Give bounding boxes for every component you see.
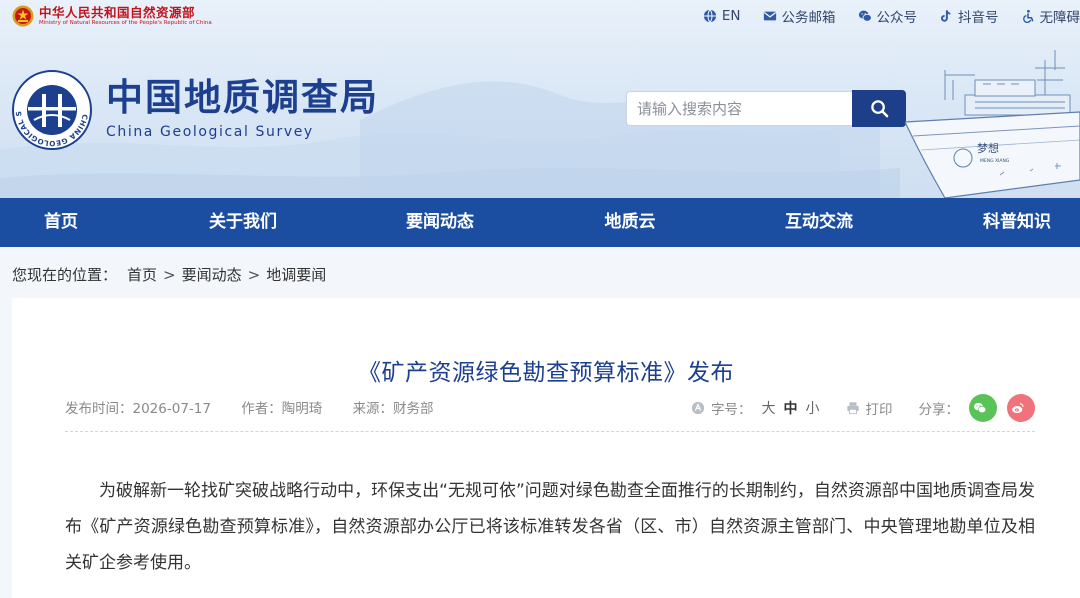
breadcrumb-survey-news[interactable]: 地调要闻 xyxy=(266,264,326,285)
svg-text:MENG XIANG: MENG XIANG xyxy=(980,158,1010,164)
site-title: 中国地质调查局 China Geological Survey xyxy=(106,76,379,140)
english-link-label: EN xyxy=(722,8,741,24)
tiktok-account-link[interactable]: 抖音号 xyxy=(939,6,999,26)
breadcrumb: 您现在的位置： 首页 > 要闻动态 > 地调要闻 xyxy=(12,264,326,285)
cgs-emblem-logo: CHINA GEOLOGICAL SURVEY xyxy=(12,70,92,150)
national-emblem-icon xyxy=(12,5,34,27)
share-label: 分享： xyxy=(919,398,960,418)
accessibility-label: 无障碍 xyxy=(1040,6,1080,26)
meta-divider xyxy=(65,431,1035,432)
font-size-medium[interactable]: 中 xyxy=(784,398,798,418)
article-meta: 发布时间：2026-07-17 作者：陶明琦 来源：财务部 字号： 大 中 小 … xyxy=(65,394,1035,418)
tiktok-icon xyxy=(939,9,953,23)
site-title-en: China Geological Survey xyxy=(106,124,379,140)
font-size-small[interactable]: 小 xyxy=(806,398,820,418)
site-search xyxy=(626,91,906,128)
search-icon xyxy=(870,99,889,118)
mail-icon xyxy=(763,9,777,23)
search-input[interactable] xyxy=(626,91,852,126)
article-title: 《矿产资源绿色勘查预算标准》发布 xyxy=(12,353,1080,387)
breadcrumb-news[interactable]: 要闻动态 xyxy=(182,264,242,285)
article-card: 《矿产资源绿色勘查预算标准》发布 发布时间：2026-07-17 作者：陶明琦 … xyxy=(12,298,1080,598)
weibo-icon xyxy=(1011,401,1025,415)
font-size-label: 字号： xyxy=(711,398,752,418)
article-author: 作者：陶明琦 xyxy=(241,401,322,417)
breadcrumb-separator: > xyxy=(248,266,261,284)
accessibility-icon xyxy=(1021,9,1035,23)
survey-ship-illustration: 梦想 MENG XIANG xyxy=(905,40,1080,198)
article-body: 为破解新一轮找矿突破战略行动中，环保支出“无规可依”问题对绿色勘查全面推行的长期… xyxy=(65,473,1035,581)
share-control: 分享： xyxy=(919,394,1036,422)
site-title-cn: 中国地质调查局 xyxy=(106,76,379,120)
share-weibo-button[interactable] xyxy=(1007,394,1035,422)
printer-icon xyxy=(846,401,860,415)
publish-date: 发布时间：2026-07-17 xyxy=(65,401,211,417)
wechat-icon xyxy=(858,9,872,23)
nav-item-geocloud[interactable]: 地质云 xyxy=(605,198,656,247)
official-mail-link[interactable]: 公务邮箱 xyxy=(763,6,836,26)
share-wechat-button[interactable] xyxy=(969,394,997,422)
nav-item-home[interactable]: 首页 xyxy=(44,198,78,247)
ministry-name: 中华人民共和国自然资源部 xyxy=(39,6,212,20)
wechat-icon xyxy=(973,401,987,415)
english-link[interactable]: EN xyxy=(703,8,741,24)
breadcrumb-separator: > xyxy=(163,266,176,284)
wechat-account-link[interactable]: 公众号 xyxy=(858,6,918,26)
search-button[interactable] xyxy=(852,90,906,127)
top-bar: 中华人民共和国自然资源部 Ministry of Natural Resourc… xyxy=(0,0,1080,30)
font-size-icon xyxy=(691,401,705,415)
official-mail-label: 公务邮箱 xyxy=(782,6,836,26)
tiktok-account-label: 抖音号 xyxy=(958,6,999,26)
article-source: 来源：财务部 xyxy=(353,401,434,417)
breadcrumb-home[interactable]: 首页 xyxy=(127,264,157,285)
print-button[interactable]: 打印 xyxy=(846,398,893,418)
main-nav: 首页 关于我们 要闻动态 地质云 互动交流 科普知识 xyxy=(0,198,1080,247)
font-size-control: 字号： 大 中 小 xyxy=(691,398,820,418)
print-label: 打印 xyxy=(866,398,893,418)
breadcrumb-label: 您现在的位置： xyxy=(12,264,117,285)
nav-item-about[interactable]: 关于我们 xyxy=(209,198,277,247)
ministry-logo-link[interactable]: 中华人民共和国自然资源部 Ministry of Natural Resourc… xyxy=(12,5,212,27)
globe-icon xyxy=(703,9,717,23)
svg-text:梦想: 梦想 xyxy=(977,141,999,155)
font-size-large[interactable]: 大 xyxy=(762,398,776,418)
ministry-name-en: Ministry of Natural Resources of the Peo… xyxy=(39,20,212,27)
nav-item-interaction[interactable]: 互动交流 xyxy=(785,198,853,247)
wechat-account-label: 公众号 xyxy=(877,6,918,26)
accessibility-link[interactable]: 无障碍 xyxy=(1021,6,1080,26)
site-header: 中华人民共和国自然资源部 Ministry of Natural Resourc… xyxy=(0,0,1080,198)
nav-item-news[interactable]: 要闻动态 xyxy=(406,198,474,247)
utility-links: EN 公务邮箱 公众号 抖音号 无障碍 xyxy=(703,6,1080,26)
nav-item-science[interactable]: 科普知识 xyxy=(983,198,1051,247)
